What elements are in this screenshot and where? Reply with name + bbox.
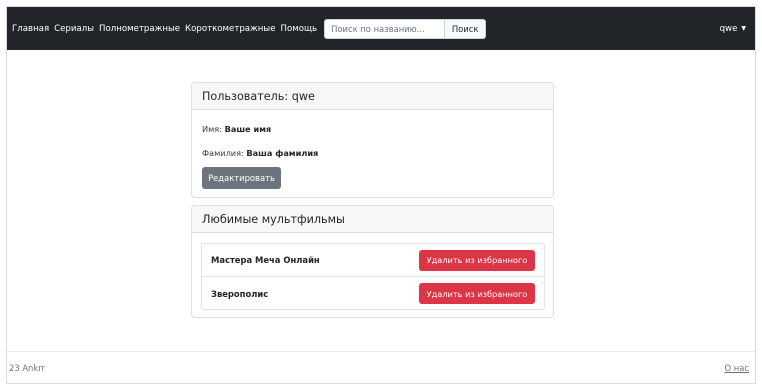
- favorite-title: Мастера Меча Онлайн: [211, 255, 320, 265]
- nav-link-short[interactable]: Короткометражные: [185, 24, 275, 34]
- favorites-list: Мастера Меча Онлайн Удалить из избранног…: [201, 243, 545, 310]
- last-name-label: Фамилия:: [202, 148, 247, 158]
- nav-link-home[interactable]: Главная: [12, 24, 49, 34]
- footer-copyright: 23 Ankrr: [9, 363, 45, 373]
- user-card-title: Пользователь: qwe: [192, 83, 553, 110]
- last-name-value: Ваша фамилия: [246, 148, 319, 158]
- first-name-label: Имя:: [202, 124, 225, 134]
- first-name-row: Имя: Ваше имя: [202, 124, 271, 134]
- search-input[interactable]: [324, 18, 446, 39]
- remove-favorite-button[interactable]: Удалить из избранного: [419, 283, 535, 304]
- nav-link-full-length[interactable]: Полнометражные: [99, 24, 180, 34]
- edit-button[interactable]: Редактировать: [202, 167, 281, 189]
- navbar: Главная Сериалы Полнометражные Короткоме…: [7, 7, 755, 50]
- footer-about-link[interactable]: О нас: [725, 363, 749, 373]
- last-name-row: Фамилия: Ваша фамилия: [202, 148, 318, 158]
- list-item: Мастера Меча Онлайн Удалить из избранног…: [202, 244, 544, 277]
- footer-divider: [7, 351, 755, 352]
- user-card: Пользователь: qwe Имя: Ваше имя Фамилия:…: [191, 82, 554, 198]
- user-name: qwe: [719, 23, 738, 34]
- remove-favorite-button[interactable]: Удалить из избранного: [419, 249, 535, 271]
- nav-link-help[interactable]: Помощь: [281, 24, 318, 34]
- favorites-card-title: Любимые мультфильмы: [192, 206, 553, 233]
- caret-down-icon: ▼: [741, 25, 746, 32]
- favorite-title: Зверополис: [211, 288, 269, 299]
- user-menu-toggle[interactable]: qwe ▼: [720, 7, 746, 50]
- first-name-value: Ваше имя: [224, 124, 272, 134]
- list-item: Зверополис Удалить из избранного: [202, 277, 544, 310]
- favorites-card: Любимые мультфильмы Мастера Меча Онлайн …: [191, 205, 554, 318]
- search-button[interactable]: Поиск: [445, 18, 487, 39]
- page-frame: Главная Сериалы Полнометражные Короткоме…: [6, 6, 756, 384]
- nav-links: Главная Сериалы Полнометражные Короткоме…: [12, 18, 487, 39]
- nav-link-series[interactable]: Сериалы: [54, 24, 94, 34]
